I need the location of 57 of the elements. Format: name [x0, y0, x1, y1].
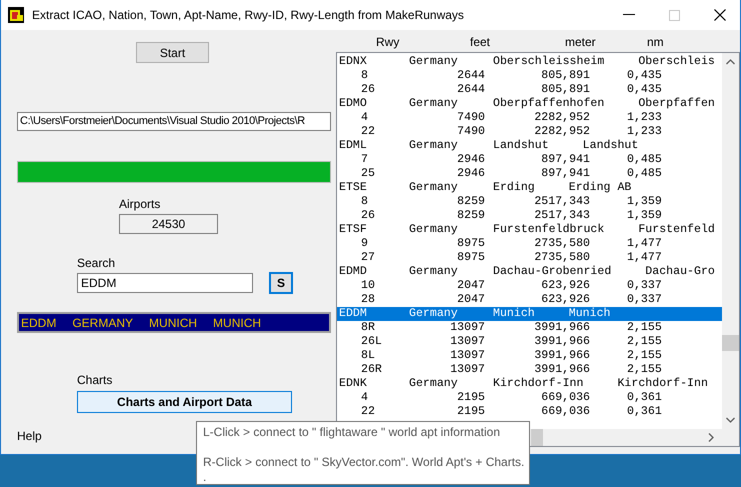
- result-text: GERMANY: [72, 316, 134, 330]
- runway-row[interactable]: 25 2946 897,941 0,485: [337, 167, 722, 181]
- window-title: Extract ICAO, Nation, Town, Apt-Name, Rwy-ID, Rwy-Length from MakeRunways: [32, 8, 464, 22]
- runway-row[interactable]: 27 8975 2735,580 1,477: [337, 251, 722, 265]
- column-header: feet: [470, 35, 490, 49]
- search-button[interactable]: S: [269, 272, 293, 294]
- runway-row[interactable]: 8L 13097 3991,966 2,155: [337, 349, 722, 363]
- runway-row[interactable]: 4 2195 669,036 0,361: [337, 391, 722, 405]
- app-icon: [8, 7, 24, 23]
- runway-row[interactable]: 4 7490 2282,952 1,233: [337, 111, 722, 125]
- runway-row[interactable]: 9 8975 2735,580 1,477: [337, 237, 722, 251]
- airport-row[interactable]: ETSF Germany Furstenfeldbruck Furstenfeld: [337, 223, 722, 237]
- runway-row[interactable]: 22 2195 669,036 0,361: [337, 405, 722, 419]
- result-text: EDDM: [21, 316, 56, 330]
- runway-row[interactable]: 8R 13097 3991,966 2,155: [337, 321, 722, 335]
- vertical-scrollbar[interactable]: [722, 53, 739, 429]
- airports-label: Airports: [119, 197, 162, 211]
- path-field[interactable]: C:\Users\Forstmeier\Documents\Visual Studio 2010\Projects\R: [17, 112, 331, 131]
- runway-row[interactable]: 22 7490 2282,952 1,233: [337, 125, 722, 139]
- close-icon[interactable]: [714, 9, 726, 21]
- runway-row[interactable]: 26L 13097 3991,966 2,155: [337, 335, 722, 349]
- airport-row[interactable]: EDNX Germany Oberschleissheim Oberschleis: [337, 55, 722, 69]
- airports-count-field: 24530: [119, 214, 218, 234]
- scroll-up-icon[interactable]: [726, 59, 735, 65]
- scroll-down-icon[interactable]: [726, 417, 735, 423]
- tooltip-text: .: [203, 470, 206, 485]
- help-label[interactable]: Help: [17, 429, 42, 443]
- runway-row[interactable]: 26 8259 2517,343 1,359: [337, 209, 722, 223]
- airport-row[interactable]: EDML Germany Landshut Landshut: [337, 139, 722, 153]
- result-text: MUNICH: [149, 316, 198, 330]
- tooltip-text: L-Click > connect to " flightaware " world apt information: [203, 425, 500, 440]
- airport-row[interactable]: ETSE Germany Erding Erding AB: [337, 181, 722, 195]
- column-header: meter: [565, 35, 596, 49]
- runway-row[interactable]: 28 2047 623,926 0,337: [337, 293, 722, 307]
- charts-label: Charts: [77, 373, 114, 387]
- scroll-right-icon[interactable]: [708, 433, 714, 442]
- minimize-icon[interactable]: [623, 14, 635, 16]
- scroll-thumb[interactable]: [722, 335, 739, 351]
- runway-row[interactable]: 8 2644 805,891 0,435: [337, 69, 722, 83]
- airport-row[interactable]: EDMO Germany Oberpfaffenhofen Oberpfaffen: [337, 97, 722, 111]
- runway-row[interactable]: 10 2047 623,926 0,337: [337, 279, 722, 293]
- column-header: Rwy: [376, 35, 400, 49]
- airport-row[interactable]: EDDM Germany Munich Munich: [337, 307, 722, 321]
- runway-row[interactable]: 7 2946 897,941 0,485: [337, 153, 722, 167]
- result-text: MUNICH: [213, 316, 262, 330]
- runway-row[interactable]: 26 2644 805,891 0,435: [337, 83, 722, 97]
- runway-row[interactable]: 26R 13097 3991,966 2,155: [337, 363, 722, 377]
- airport-row[interactable]: EDMD Germany Dachau-Grobenried Dachau-Gro: [337, 265, 722, 279]
- tooltip-text: R-Click > connect to " SkyVector.com". World Apt's + Charts.: [203, 455, 524, 470]
- start-button[interactable]: Start: [136, 42, 209, 63]
- search-field[interactable]: EDDM: [77, 273, 253, 293]
- column-header: nm: [647, 35, 664, 49]
- search-label: Search: [77, 256, 116, 270]
- airport-row[interactable]: EDNK Germany Kirchdorf-Inn Kirchdorf-Inn: [337, 377, 722, 391]
- runway-row[interactable]: 8 8259 2517,343 1,359: [337, 195, 722, 209]
- scroll-thumb[interactable]: [531, 429, 543, 446]
- charts-button[interactable]: Charts and Airport Data: [77, 391, 292, 413]
